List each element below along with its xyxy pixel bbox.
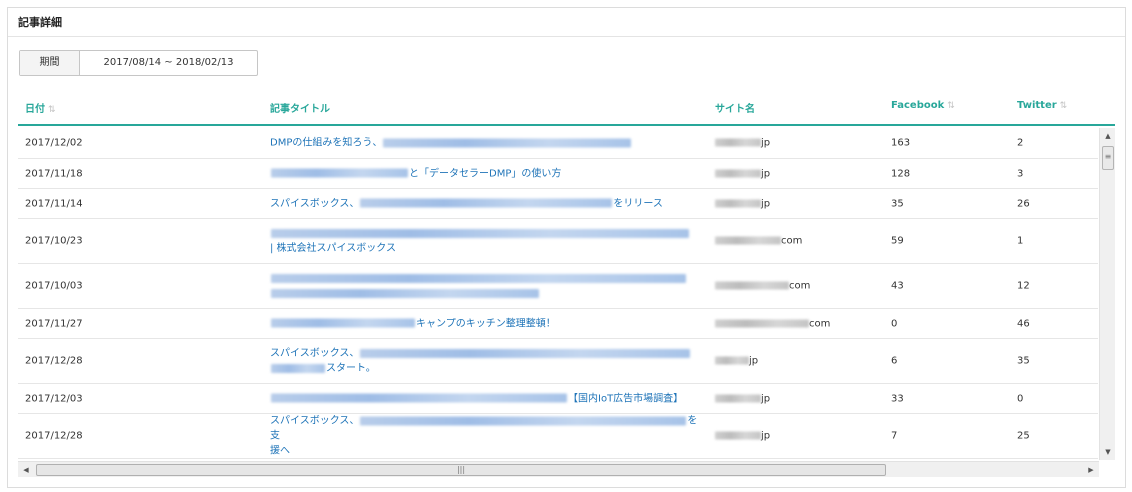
row-date: 2017/11/14 bbox=[25, 198, 83, 209]
table-row: 2017/12/02 DMPの仕組みを知ろう、 jp 163 2 bbox=[18, 128, 1098, 159]
row-title-link[interactable]: DMPの仕組みを知ろう、 bbox=[270, 136, 705, 151]
horizontal-scrollbar[interactable]: ◀ ||| ▶ bbox=[18, 461, 1099, 477]
period-filter[interactable]: 期間 2017/08/14 ~ 2018/02/13 bbox=[19, 50, 258, 76]
column-header-site: サイト名 bbox=[715, 104, 755, 115]
table-row: 2017/11/27 キャンプのキッチン整理整頓！ com 0 46 bbox=[18, 309, 1098, 339]
row-twitter-count: 25 bbox=[1017, 430, 1030, 442]
row-facebook-count: 35 bbox=[891, 198, 904, 209]
row-title-link[interactable]: スパイスボックス、 スタート。 bbox=[270, 346, 705, 376]
arrow-right-icon[interactable]: ▶ bbox=[1083, 462, 1099, 478]
row-title-link[interactable]: 【国内IoT広告市場調査】 bbox=[270, 391, 705, 406]
table-row: 2017/12/28 スパイスボックス、 を支 援へ jp 7 25 bbox=[18, 414, 1098, 459]
row-date: 2017/11/18 bbox=[25, 168, 83, 179]
row-date: 2017/11/27 bbox=[25, 318, 83, 329]
table-row: 2017/12/28 スパイスボックス、 スタート。 jp 6 35 bbox=[18, 339, 1098, 384]
row-date: 2017/12/02 bbox=[25, 137, 83, 149]
vertical-scrollbar[interactable]: ▲ ≡ ▼ bbox=[1099, 128, 1115, 460]
row-twitter-count: 35 bbox=[1017, 355, 1030, 367]
row-site: jp bbox=[715, 168, 770, 179]
row-title-link[interactable]: キャンプのキッチン整理整頓！ bbox=[270, 316, 705, 331]
row-title-link[interactable] bbox=[270, 271, 705, 301]
row-facebook-count: 7 bbox=[891, 430, 898, 442]
article-table: 日付 ⇅ 記事タイトル サイト名 Facebook ⇅ Twitter ⇅ 2017/… bbox=[18, 88, 1115, 478]
row-twitter-count: 2 bbox=[1017, 137, 1024, 149]
arrow-left-icon[interactable]: ◀ bbox=[18, 462, 34, 478]
sort-icon[interactable]: ⇅ bbox=[947, 101, 955, 111]
horizontal-scroll-thumb[interactable]: ||| bbox=[36, 464, 886, 476]
row-twitter-count: 1 bbox=[1017, 235, 1024, 247]
row-facebook-count: 0 bbox=[891, 318, 898, 329]
row-facebook-count: 128 bbox=[891, 168, 911, 179]
sort-icon[interactable]: ⇅ bbox=[1060, 101, 1068, 111]
row-title-link[interactable]: | 株式会社スパイスボックス bbox=[270, 226, 705, 256]
table-header: 日付 ⇅ 記事タイトル サイト名 Facebook ⇅ Twitter ⇅ bbox=[18, 88, 1115, 126]
row-site: jp bbox=[715, 393, 770, 404]
column-header-date[interactable]: 日付 ⇅ bbox=[25, 100, 56, 115]
arrow-up-icon[interactable]: ▲ bbox=[1100, 128, 1116, 144]
row-site: jp bbox=[715, 356, 758, 367]
article-detail-panel: 記事詳細 期間 2017/08/14 ~ 2018/02/13 日付 ⇅ 記事タイ… bbox=[7, 7, 1126, 488]
column-header-twitter[interactable]: Twitter ⇅ bbox=[1017, 100, 1067, 111]
row-twitter-count: 26 bbox=[1017, 198, 1030, 209]
row-site: com bbox=[715, 236, 802, 247]
row-facebook-count: 163 bbox=[891, 137, 911, 149]
period-range-input[interactable]: 2017/08/14 ~ 2018/02/13 bbox=[80, 51, 257, 75]
column-header-title: 記事タイトル bbox=[270, 104, 330, 115]
table-row: 2017/12/03 【国内IoT広告市場調査】 jp 33 0 bbox=[18, 384, 1098, 414]
row-date: 2017/12/28 bbox=[25, 355, 83, 367]
sort-icon[interactable]: ⇅ bbox=[48, 105, 56, 115]
arrow-down-icon[interactable]: ▼ bbox=[1100, 444, 1116, 460]
table-row: 2017/10/23 | 株式会社スパイスボックス com 59 1 bbox=[18, 219, 1098, 264]
row-title-link[interactable]: スパイスボックス、 をリリース bbox=[270, 196, 705, 211]
row-title-link[interactable]: と「データセラーDMP」の使い方 bbox=[270, 166, 705, 181]
row-twitter-count: 3 bbox=[1017, 168, 1024, 179]
row-twitter-count: 0 bbox=[1017, 393, 1024, 404]
column-header-facebook[interactable]: Facebook ⇅ bbox=[891, 100, 955, 111]
row-twitter-count: 12 bbox=[1017, 280, 1030, 292]
row-site: jp bbox=[715, 431, 770, 442]
row-facebook-count: 33 bbox=[891, 393, 904, 404]
row-facebook-count: 43 bbox=[891, 280, 904, 292]
table-row: 2017/11/14 スパイスボックス、 をリリース jp 35 26 bbox=[18, 189, 1098, 219]
row-facebook-count: 6 bbox=[891, 355, 898, 367]
panel-header: 記事詳細 bbox=[8, 8, 1125, 37]
row-facebook-count: 59 bbox=[891, 235, 904, 247]
table-row: 2017/11/18 と「データセラーDMP」の使い方 jp 128 3 bbox=[18, 159, 1098, 189]
row-site: jp bbox=[715, 138, 770, 149]
row-date: 2017/10/23 bbox=[25, 235, 83, 247]
row-site: com bbox=[715, 281, 810, 292]
row-site: jp bbox=[715, 198, 770, 209]
vertical-scroll-thumb[interactable]: ≡ bbox=[1102, 146, 1114, 170]
table-body: 2017/12/02 DMPの仕組みを知ろう、 jp 163 2 2017/11… bbox=[18, 128, 1099, 460]
row-date: 2017/12/03 bbox=[25, 393, 83, 404]
row-title-link[interactable]: スパイスボックス、 を支 援へ bbox=[270, 414, 705, 459]
row-date: 2017/12/28 bbox=[25, 430, 83, 442]
row-site: com bbox=[715, 318, 830, 329]
period-label: 期間 bbox=[20, 51, 80, 75]
table-row: 2017/10/03 com 43 12 bbox=[18, 264, 1098, 309]
row-twitter-count: 46 bbox=[1017, 318, 1030, 329]
row-date: 2017/10/03 bbox=[25, 280, 83, 292]
panel-title: 記事詳細 bbox=[18, 16, 62, 29]
